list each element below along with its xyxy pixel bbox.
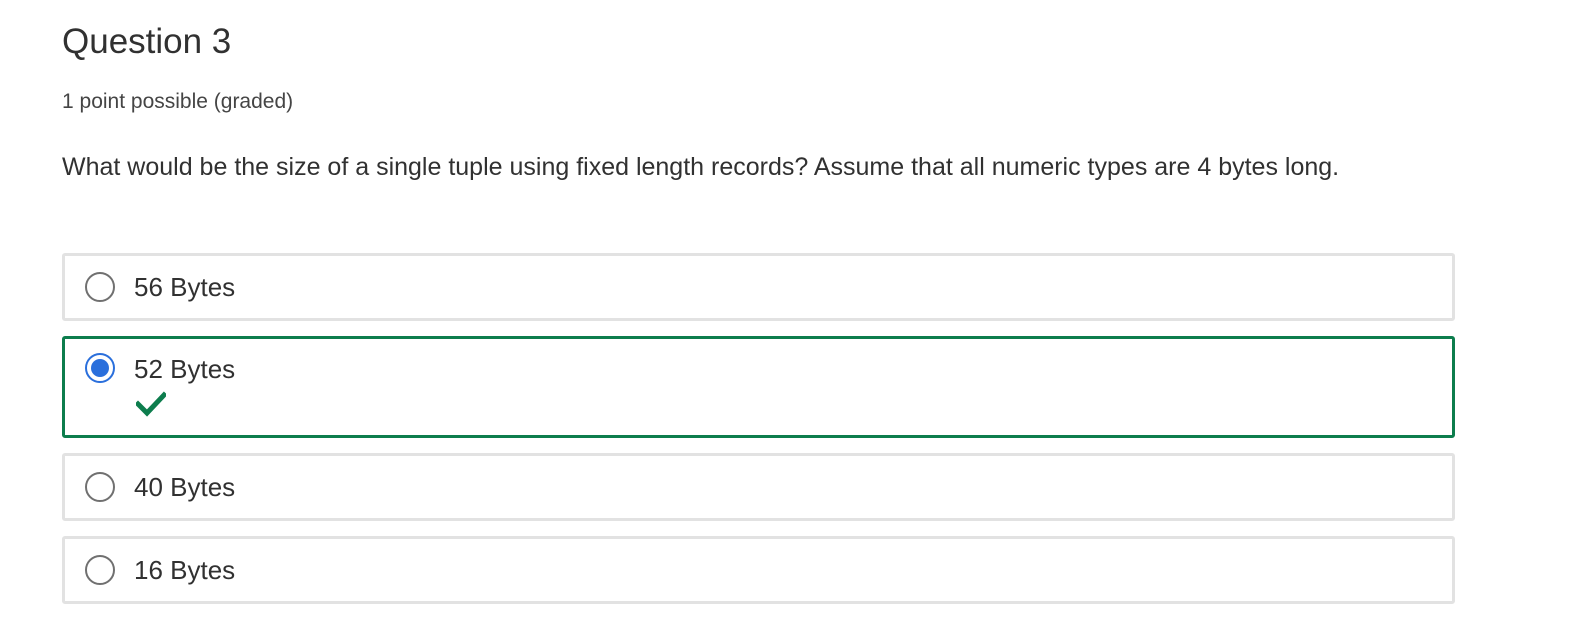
choice-label: 16 Bytes	[134, 555, 236, 585]
choice-option[interactable]: 40 Bytes	[62, 453, 1455, 521]
choice-option-correct[interactable]: 52 Bytes	[62, 336, 1455, 438]
choice-option[interactable]: 16 Bytes	[62, 536, 1455, 604]
choice-label: 40 Bytes	[134, 472, 236, 502]
choice-option[interactable]: 56 Bytes	[62, 253, 1455, 321]
points-possible: 1 point possible (graded)	[62, 90, 294, 113]
radio-button[interactable]	[85, 472, 115, 502]
question-prompt: What would be the size of a single tuple…	[62, 153, 1340, 181]
check-icon	[136, 391, 166, 417]
problem-title: Question 3	[62, 22, 232, 61]
radio-button[interactable]	[85, 272, 115, 302]
choice-label: 56 Bytes	[134, 272, 236, 302]
radio-button[interactable]	[85, 555, 115, 585]
choice-label: 52 Bytes	[134, 354, 236, 384]
radio-button-selected[interactable]	[85, 353, 115, 383]
